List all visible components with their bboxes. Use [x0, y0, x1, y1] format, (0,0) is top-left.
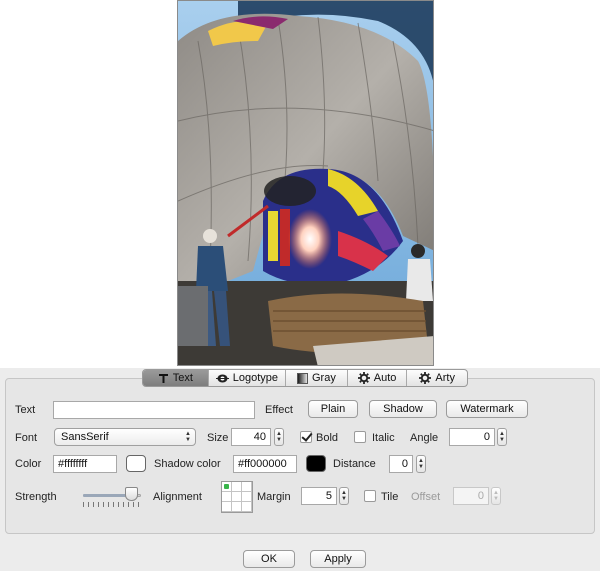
angle-stepper[interactable]: ▲ ▼	[497, 428, 507, 446]
font-select[interactable]: SansSerif ▲ ▼	[54, 428, 196, 446]
tab-label: Arty	[435, 372, 455, 384]
preview-area	[0, 0, 600, 368]
distance-label: Distance	[333, 458, 376, 470]
text-input[interactable]	[53, 401, 255, 419]
alignment-cell-center[interactable]	[232, 492, 242, 502]
logotype-icon	[215, 373, 229, 384]
size-label: Size	[207, 432, 229, 444]
tab-label: Gray	[312, 372, 336, 384]
text-label: Text	[15, 404, 36, 416]
slider-ticks	[83, 502, 143, 507]
margin-input[interactable]	[301, 487, 337, 505]
tab-text[interactable]: Text	[143, 370, 209, 386]
effect-label: Effect	[265, 404, 293, 416]
distance-input[interactable]	[389, 455, 413, 473]
ok-button[interactable]: OK	[243, 550, 295, 568]
color-swatch[interactable]	[126, 455, 146, 472]
tile-label: Tile	[381, 491, 399, 503]
text-settings-panel: Text Effect Plain Shadow Watermark Font …	[5, 378, 595, 534]
select-arrows-icon: ▲ ▼	[185, 431, 191, 443]
margin-label: Margin	[257, 491, 291, 503]
preview-image	[177, 0, 434, 366]
angle-label: Angle	[410, 432, 439, 444]
tab-logotype[interactable]: Logotype	[209, 370, 287, 386]
color-input[interactable]	[53, 455, 117, 473]
bold-checkbox[interactable]	[300, 431, 312, 443]
strength-slider[interactable]	[83, 487, 149, 509]
effect-shadow-button[interactable]: Shadow	[369, 400, 437, 418]
margin-stepper[interactable]: ▲ ▼	[339, 487, 349, 505]
alignment-cell-bottom-center[interactable]	[232, 502, 242, 512]
font-label: Font	[15, 432, 38, 444]
offset-label: Offset	[411, 491, 441, 503]
alignment-label: Alignment	[153, 491, 202, 503]
bold-label: Bold	[316, 432, 339, 444]
tab-auto[interactable]: Auto	[348, 370, 408, 386]
alignment-cell-bottom-left[interactable]	[222, 502, 232, 512]
tab-bar: Text Logotype Gray Auto Arty	[142, 369, 468, 387]
angle-input[interactable]	[449, 428, 495, 446]
alignment-cell-middle-left[interactable]	[222, 492, 232, 502]
auto-gear-icon	[357, 372, 370, 384]
alignment-grid[interactable]	[221, 481, 253, 513]
shadow-color-swatch[interactable]	[306, 455, 326, 472]
italic-checkbox[interactable]	[354, 431, 366, 443]
strength-label: Strength	[15, 491, 57, 503]
apply-button[interactable]: Apply	[310, 550, 366, 568]
text-icon	[158, 373, 169, 384]
alignment-cell-top-center[interactable]	[232, 482, 242, 492]
effect-watermark-button[interactable]: Watermark	[446, 400, 528, 418]
tab-arty[interactable]: Arty	[407, 370, 467, 386]
effect-plain-button[interactable]: Plain	[308, 400, 358, 418]
alignment-cell-top-right[interactable]	[242, 482, 252, 492]
italic-label: Italic	[372, 432, 395, 444]
tile-checkbox[interactable]	[364, 490, 376, 502]
offset-stepper[interactable]: ▲ ▼	[491, 487, 501, 505]
alignment-cell-top-left[interactable]	[222, 482, 232, 492]
offset-input[interactable]	[453, 487, 489, 505]
distance-stepper[interactable]: ▲ ▼	[416, 455, 426, 473]
alignment-cell-middle-right[interactable]	[242, 492, 252, 502]
size-stepper[interactable]: ▲ ▼	[274, 428, 284, 446]
slider-thumb[interactable]	[125, 487, 138, 501]
tab-gray[interactable]: Gray	[286, 370, 348, 386]
color-label: Color	[15, 458, 42, 470]
font-select-value: SansSerif	[61, 431, 109, 443]
shadow-color-input[interactable]	[233, 455, 297, 473]
tab-label: Auto	[373, 372, 397, 384]
shadow-color-label: Shadow color	[154, 458, 221, 470]
gray-icon	[297, 372, 308, 384]
alignment-cell-bottom-right[interactable]	[242, 502, 252, 512]
size-input[interactable]	[231, 428, 271, 446]
tab-label: Logotype	[232, 372, 278, 384]
slider-fill	[83, 494, 127, 497]
tab-label: Text	[172, 372, 193, 384]
arty-gear-icon	[419, 372, 432, 384]
